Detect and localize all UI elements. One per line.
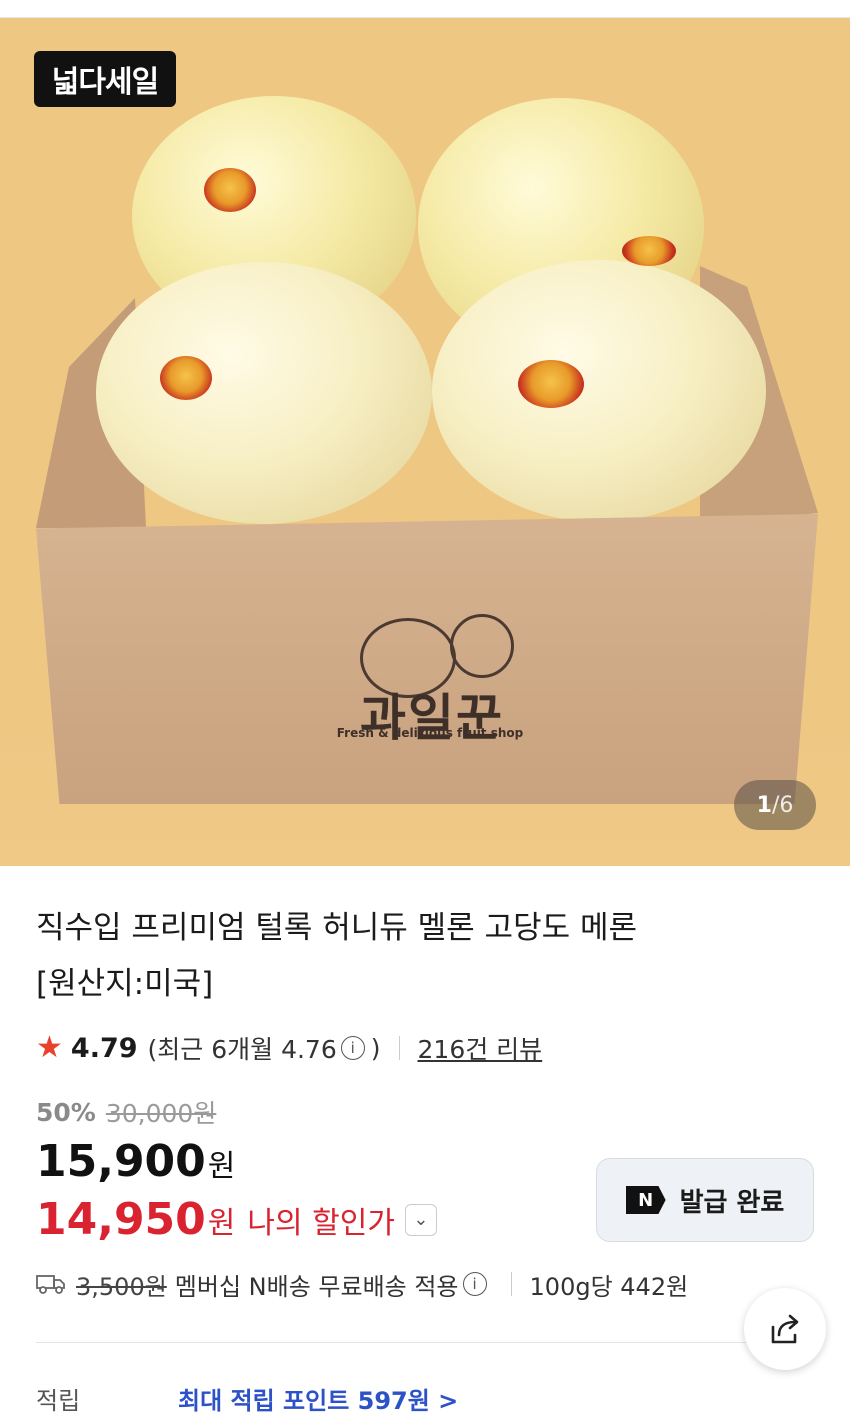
sale-badge: 넓다세일 [34, 51, 176, 107]
section-divider [36, 1342, 814, 1343]
image-counter-total: 6 [779, 792, 794, 818]
my-discount-price-row: 14,950 원 나의 할인가 ⌄ [36, 1194, 437, 1245]
discount-row: 50% 30,000원 [36, 1094, 216, 1130]
share-button[interactable] [744, 1288, 826, 1370]
info-icon[interactable]: i [462, 1272, 487, 1296]
my-discount-price: 14,950 [36, 1194, 206, 1245]
rating-score: 4.79 [70, 1032, 138, 1064]
rating-row: ★ 4.79 (최근 6개월 4.76 i ) 216건 리뷰 [36, 1030, 542, 1066]
melon-sticker [622, 236, 676, 266]
melon-sticker [518, 360, 584, 408]
sale-price-unit: 원 [207, 1149, 236, 1184]
divider [510, 1272, 512, 1296]
divider [398, 1036, 400, 1060]
original-price: 30,000원 [105, 1099, 217, 1128]
recent-rating-close: ) [370, 1033, 381, 1063]
melon-front-right [432, 260, 766, 522]
discount-rate: 50% [36, 1097, 96, 1127]
membership-shipping-text: 멤버십 N배송 무료배송 적용 [174, 1272, 459, 1301]
chevron-down-icon[interactable]: ⌄ [404, 1203, 437, 1236]
product-image-gallery[interactable]: 과일꾼 Fresh & delicious fruit shop 넓다세일 1 … [0, 18, 850, 866]
shipping-fee: 3,500원 [76, 1272, 167, 1301]
points-label: 적립 [36, 1386, 81, 1415]
share-icon [771, 1314, 799, 1344]
sale-price: 15,900 [36, 1136, 206, 1187]
image-counter-current: 1 [756, 792, 772, 818]
price-row: 15,900 원 [36, 1136, 235, 1187]
naver-pay-icon: N [625, 1186, 666, 1214]
product-title-line2: [원산지:미국] [36, 966, 214, 1002]
top-strip [0, 0, 850, 18]
product-title: 직수입 프리미엄 털록 허니듀 멜론 고당도 메론 [원산지:미국] [36, 900, 736, 1012]
recent-rating: (최근 6개월 4.76 [147, 1035, 337, 1064]
review-count-link[interactable]: 216건 리뷰 [418, 1030, 543, 1066]
orange-slice-logo-icon [450, 614, 514, 678]
coupon-issued-button[interactable]: N 발급 완료 [596, 1158, 814, 1242]
my-discount-price-label: 나의 할인가 [247, 1205, 395, 1241]
image-counter: 1 / 6 [734, 780, 816, 830]
melon-sticker [204, 168, 256, 212]
my-discount-price-unit: 원 [207, 1205, 236, 1241]
truck-icon [36, 1275, 65, 1294]
melon-front-left [96, 262, 432, 524]
shipping-row: 3,500원 멤버십 N배송 무료배송 적용 i 100g당 442원 [36, 1266, 688, 1302]
image-counter-separator: / [771, 792, 780, 818]
coupon-issued-label: 발급 완료 [679, 1187, 785, 1218]
points-link[interactable]: 최대 적립 포인트 597원 > [178, 1381, 458, 1416]
melon-sticker [160, 356, 212, 400]
star-icon: ★ [36, 1030, 63, 1065]
unit-price: 100g당 442원 [529, 1272, 689, 1301]
product-title-line1: 직수입 프리미엄 털록 허니듀 멜론 고당도 메론 [36, 910, 638, 946]
info-icon[interactable]: i [340, 1036, 365, 1060]
box-slogan-text: Fresh & delicious fruit shop [336, 726, 524, 740]
points-row: 적립 최대 적립 포인트 597원 > [36, 1380, 458, 1416]
